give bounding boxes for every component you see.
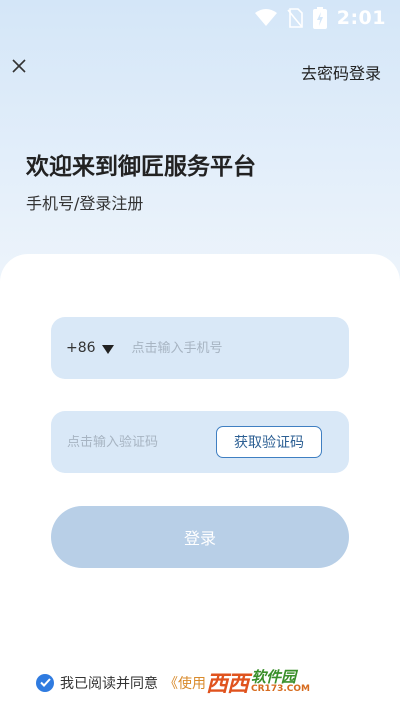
close-icon [12, 58, 26, 77]
login-button[interactable]: 登录 [51, 506, 349, 568]
welcome-subtitle: 手机号/登录注册 [26, 194, 144, 213]
wifi-icon [254, 9, 277, 27]
verification-code-input[interactable] [67, 434, 207, 450]
welcome-title: 欢迎来到御匠服务平台 [26, 154, 256, 180]
password-login-link[interactable]: 去密码登录 [301, 60, 381, 84]
country-code-select[interactable]: +86 [66, 339, 114, 358]
agreement-checkbox[interactable] [36, 674, 54, 692]
phone-input[interactable] [131, 340, 312, 356]
watermark-name: 软件园 [251, 668, 297, 686]
no-sim-icon [287, 8, 303, 28]
battery-charging-icon [312, 7, 327, 29]
watermark-logo: 西西 软件园 CR173.COM [206, 662, 382, 702]
get-code-button[interactable]: 获取验证码 [216, 426, 322, 458]
chevron-down-icon [101, 339, 114, 358]
agreement-text: 我已阅读并同意 [60, 676, 158, 692]
watermark-mark: 西西 [206, 672, 249, 697]
phone-field: +86 [51, 317, 349, 379]
watermark-text: 软件园 CR173.COM [251, 670, 310, 694]
close-button[interactable] [8, 56, 30, 78]
terms-link[interactable]: 《使用 [164, 673, 206, 693]
check-icon [39, 675, 51, 691]
status-bar: 2:01 [0, 0, 400, 36]
status-time: 2:01 [336, 7, 386, 29]
agreement: 我已阅读并同意 《使用 [36, 673, 206, 693]
country-code-label: +86 [66, 340, 96, 356]
top-bar: 去密码登录 [0, 52, 400, 88]
watermark-url: CR173.COM [251, 684, 310, 694]
verification-field: 获取验证码 [51, 411, 349, 473]
